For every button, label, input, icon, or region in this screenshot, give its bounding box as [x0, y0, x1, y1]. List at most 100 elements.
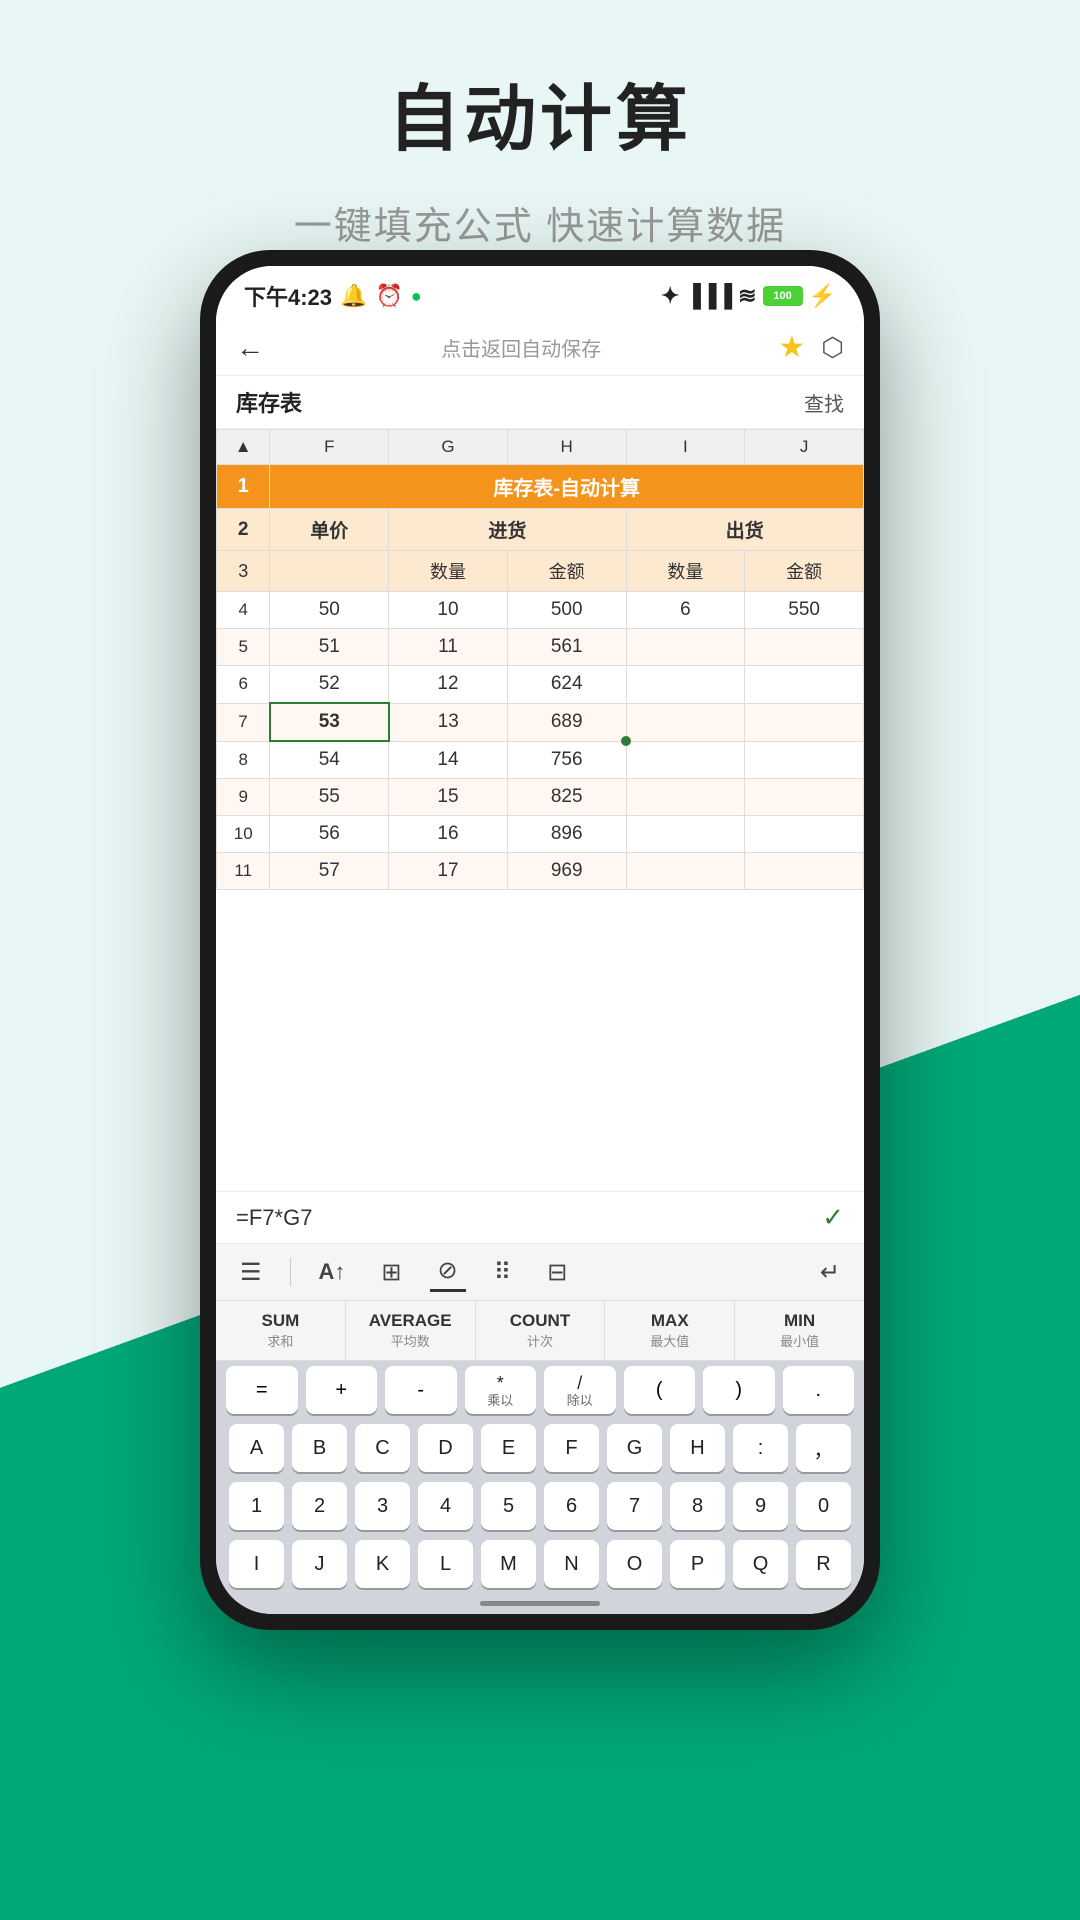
cell-G6[interactable]: 12 [389, 666, 508, 704]
key-K[interactable]: K [355, 1540, 410, 1588]
key-rparen[interactable]: ) [703, 1366, 775, 1414]
key-equals[interactable]: = [226, 1366, 298, 1414]
key-0[interactable]: 0 [796, 1482, 851, 1530]
cell-H7[interactable]: 689 [507, 703, 626, 741]
cell-F7-selected[interactable]: 53 [270, 703, 389, 741]
key-E[interactable]: E [481, 1424, 536, 1472]
func-sum-button[interactable]: SUM 求和 [216, 1301, 346, 1360]
cell-G7[interactable]: 13 [389, 703, 508, 741]
cell-J11[interactable] [745, 853, 864, 890]
key-plus[interactable]: + [306, 1366, 378, 1414]
key-multiply[interactable]: *乘以 [465, 1366, 537, 1414]
share-button[interactable]: ⬡ [821, 332, 844, 363]
key-I[interactable]: I [229, 1540, 284, 1588]
cell-I11[interactable] [626, 853, 745, 890]
cell-I4[interactable]: 6 [626, 592, 745, 629]
cell-I6[interactable] [626, 666, 745, 704]
cell-H6[interactable]: 624 [507, 666, 626, 704]
key-minus[interactable]: - [385, 1366, 457, 1414]
cell-G10[interactable]: 16 [389, 816, 508, 853]
key-A[interactable]: A [229, 1424, 284, 1472]
key-6[interactable]: 6 [544, 1482, 599, 1530]
key-3[interactable]: 3 [355, 1482, 410, 1530]
cell-F9[interactable]: 55 [270, 779, 389, 816]
key-C[interactable]: C [355, 1424, 410, 1472]
cell-J9[interactable] [745, 779, 864, 816]
cell-H3[interactable]: 金额 [507, 551, 626, 592]
cell-J4[interactable]: 550 [745, 592, 864, 629]
key-F[interactable]: F [544, 1424, 599, 1472]
key-lparen[interactable]: ( [624, 1366, 696, 1414]
func-min-button[interactable]: MIN 最小值 [735, 1301, 864, 1360]
cell-F4[interactable]: 50 [270, 592, 389, 629]
key-8[interactable]: 8 [670, 1482, 725, 1530]
key-divide[interactable]: /除以 [544, 1366, 616, 1414]
cell-I9[interactable] [626, 779, 745, 816]
cell-I7[interactable] [626, 703, 745, 741]
key-5[interactable]: 5 [481, 1482, 536, 1530]
cell-I3[interactable]: 数量 [626, 551, 745, 592]
key-9[interactable]: 9 [733, 1482, 788, 1530]
cell-G3[interactable]: 数量 [389, 551, 508, 592]
sheet-name-cell[interactable]: 库存表-自动计算 [270, 465, 864, 509]
key-7[interactable]: 7 [607, 1482, 662, 1530]
key-2[interactable]: 2 [292, 1482, 347, 1530]
cell-F2[interactable]: 单价 [270, 509, 389, 551]
cell-J7[interactable] [745, 703, 864, 741]
key-H[interactable]: H [670, 1424, 725, 1472]
key-J[interactable]: J [292, 1540, 347, 1588]
cell-H11[interactable]: 969 [507, 853, 626, 890]
formula-input[interactable]: =F7*G7 [236, 1205, 822, 1231]
kb-enter-icon[interactable]: ↵ [812, 1254, 848, 1291]
cell-F5[interactable]: 51 [270, 629, 389, 666]
cell-G11[interactable]: 17 [389, 853, 508, 890]
bookmark-button[interactable]: ★ [778, 330, 805, 365]
kb-formula-icon[interactable]: ⊘ [430, 1252, 466, 1292]
key-B[interactable]: B [292, 1424, 347, 1472]
key-R[interactable]: R [796, 1540, 851, 1588]
cell-F6[interactable]: 52 [270, 666, 389, 704]
cell-J8[interactable] [745, 741, 864, 779]
cell-F11[interactable]: 57 [270, 853, 389, 890]
key-4[interactable]: 4 [418, 1482, 473, 1530]
cell-J10[interactable] [745, 816, 864, 853]
cell-I5[interactable] [626, 629, 745, 666]
key-G[interactable]: G [607, 1424, 662, 1472]
kb-table-icon[interactable]: ⊞ [373, 1254, 409, 1291]
key-M[interactable]: M [481, 1540, 536, 1588]
cell-G5[interactable]: 11 [389, 629, 508, 666]
formula-confirm-button[interactable]: ✓ [822, 1202, 844, 1233]
back-button[interactable]: ← [236, 332, 264, 364]
find-button[interactable]: 查找 [804, 388, 844, 417]
cell-H5[interactable]: 561 [507, 629, 626, 666]
kb-format-icon[interactable]: ⊟ [539, 1254, 575, 1291]
cell-H9[interactable]: 825 [507, 779, 626, 816]
cell-H10[interactable]: 896 [507, 816, 626, 853]
key-colon[interactable]: : [733, 1424, 788, 1472]
key-N[interactable]: N [544, 1540, 599, 1588]
func-average-button[interactable]: AVERAGE 平均数 [346, 1301, 476, 1360]
cell-I2[interactable]: 出货 [626, 509, 863, 551]
cell-J3[interactable]: 金额 [745, 551, 864, 592]
key-L[interactable]: L [418, 1540, 473, 1588]
kb-grid-icon[interactable]: ⠿ [486, 1254, 520, 1291]
kb-menu-icon[interactable]: ☰ [232, 1254, 270, 1291]
key-comma[interactable]: ， [796, 1424, 851, 1472]
cell-H4[interactable]: 500 [507, 592, 626, 629]
key-Q[interactable]: Q [733, 1540, 788, 1588]
cell-J5[interactable] [745, 629, 864, 666]
cell-G9[interactable]: 15 [389, 779, 508, 816]
cell-G4[interactable]: 10 [389, 592, 508, 629]
cell-G8[interactable]: 14 [389, 741, 508, 779]
cell-G2[interactable]: 进货 [389, 509, 626, 551]
cell-I10[interactable] [626, 816, 745, 853]
key-P[interactable]: P [670, 1540, 725, 1588]
cell-H8[interactable]: 756 [507, 741, 626, 779]
func-max-button[interactable]: MAX 最大值 [605, 1301, 735, 1360]
func-count-button[interactable]: COUNT 计次 [476, 1301, 606, 1360]
cell-F8[interactable]: 54 [270, 741, 389, 779]
kb-text-icon[interactable]: A↑ [311, 1255, 354, 1289]
cell-F10[interactable]: 56 [270, 816, 389, 853]
cell-J6[interactable] [745, 666, 864, 704]
cell-I8[interactable] [626, 741, 745, 779]
